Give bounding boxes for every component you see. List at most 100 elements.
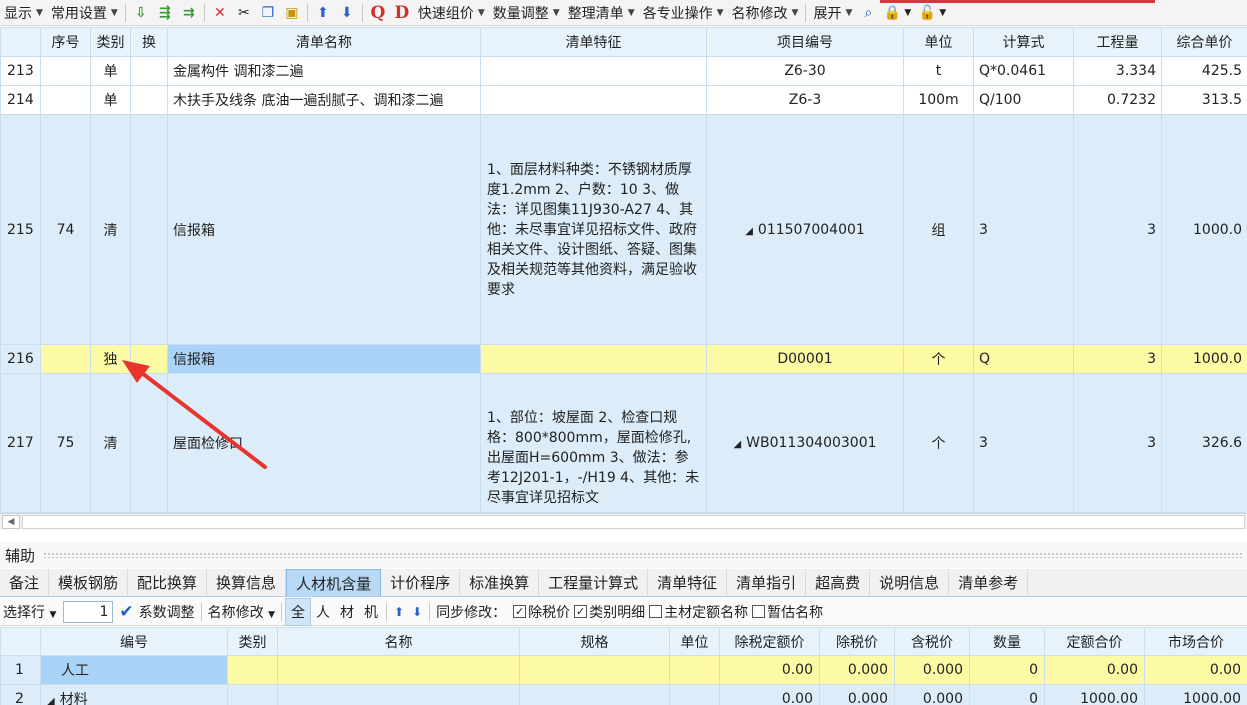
cell-unit[interactable]: 100m: [903, 85, 974, 115]
cell-sum[interactable]: 1000.00: [1044, 684, 1145, 705]
cell-feature[interactable]: [480, 344, 707, 374]
tab-conversion-info[interactable]: 换算信息: [207, 569, 287, 596]
tab-standard-conversion[interactable]: 标准换算: [460, 569, 540, 596]
cell-code[interactable]: Z6-3: [706, 85, 904, 115]
cell-price[interactable]: 0.000: [894, 684, 970, 705]
cell-qty[interactable]: 0: [969, 684, 1045, 705]
table-row[interactable]: 1 人工 0.00 0.000 0.000 0 0.00 0.00: [0, 655, 1247, 685]
unlock-icon[interactable]: 🔓: [916, 3, 938, 23]
expand-menu[interactable]: 展开 ▼: [809, 3, 856, 23]
row-number[interactable]: 2: [0, 684, 41, 705]
main-material-checkbox[interactable]: [649, 605, 663, 618]
quick-pricing-menu[interactable]: 快速组价 ▼: [414, 3, 489, 23]
copy-icon[interactable]: ❐: [257, 3, 279, 23]
col-header[interactable]: 定额合价: [1044, 627, 1145, 656]
rename-menu[interactable]: 名称修改 ▼: [728, 3, 803, 23]
cell-formula[interactable]: Q: [973, 344, 1074, 374]
coefficient-spinner[interactable]: 1: [63, 600, 114, 623]
cell-spec[interactable]: [519, 684, 670, 705]
estimate-name-checkbox[interactable]: [752, 605, 766, 618]
cell-unit[interactable]: 个: [903, 344, 974, 374]
cell-name[interactable]: 信报箱: [167, 114, 481, 345]
cell-feature[interactable]: 1、面层材料种类：不锈钢材质厚度1.2mm 2、户数：10 3、做法：详见图集1…: [480, 114, 707, 345]
insert-row-icon[interactable]: ⇩: [130, 3, 152, 23]
move-down-icon[interactable]: ⬇: [412, 605, 422, 619]
cell-unit[interactable]: 组: [903, 114, 974, 345]
tab-mix-conversion[interactable]: 配比换算: [128, 569, 208, 596]
category-detail-checkbox[interactable]: ✓: [574, 605, 588, 618]
cell-formula[interactable]: Q/100: [973, 85, 1074, 115]
table-row[interactable]: 217 75 清 屋面检修口 1、部位：坡屋面 2、检查口规格：800*800m…: [0, 373, 1247, 513]
cell-price[interactable]: 0.00: [719, 684, 820, 705]
scroll-thumb[interactable]: [22, 515, 1245, 529]
cell-seq[interactable]: 74: [40, 114, 91, 345]
cell-name[interactable]: [277, 655, 520, 685]
select-row-dropdown[interactable]: 选择行 ▼: [3, 602, 56, 622]
col-header[interactable]: 除税价: [819, 627, 895, 656]
cell-type[interactable]: [227, 684, 278, 705]
chevron-down-icon[interactable]: ▼: [904, 8, 911, 18]
scroll-left-icon[interactable]: ◀: [2, 515, 20, 529]
cell-name[interactable]: 屋面检修口: [167, 373, 481, 513]
cell-price[interactable]: 326.6: [1161, 373, 1247, 513]
binoculars-icon[interactable]: ⌕: [857, 3, 879, 23]
cell-seq[interactable]: [40, 85, 91, 115]
specialty-ops-menu[interactable]: 各专业操作 ▼: [639, 3, 728, 23]
cell-formula[interactable]: 3: [973, 373, 1074, 513]
col-header[interactable]: 计算式: [973, 27, 1074, 57]
table-row[interactable]: 215 74 清 信报箱 1、面层材料种类：不锈钢材质厚度1.2mm 2、户数：…: [0, 114, 1247, 345]
collapse-triangle-icon[interactable]: ◢: [745, 226, 753, 237]
cell-feature[interactable]: 1、部位：坡屋面 2、检查口规格：800*800mm，屋面检修孔,出屋面H=60…: [480, 373, 707, 513]
cell-feature[interactable]: [480, 85, 707, 115]
col-header[interactable]: 项目编号: [706, 27, 904, 57]
splitter-grip[interactable]: [43, 552, 1243, 558]
cell-code[interactable]: D00001: [706, 344, 904, 374]
cell-unit[interactable]: 个: [903, 373, 974, 513]
table-row[interactable]: 214 单 木扶手及线条 底油一遍刮腻子、调和漆二遍 Z6-3 100m Q/1…: [0, 85, 1247, 115]
cut-icon[interactable]: ✂: [233, 3, 255, 23]
filter-material[interactable]: 材: [335, 599, 359, 625]
col-header[interactable]: 综合单价: [1161, 27, 1247, 57]
tab-resource-content[interactable]: 人材机含量: [286, 569, 382, 596]
cell-type[interactable]: 单: [90, 85, 131, 115]
col-header[interactable]: 类别: [227, 627, 278, 656]
table-row-selected[interactable]: 216 独 信报箱 D00001 个 Q 3 1000.0: [0, 344, 1247, 374]
cell-unit[interactable]: t: [903, 56, 974, 86]
row-number[interactable]: 1: [0, 655, 41, 685]
col-header[interactable]: 单位: [903, 27, 974, 57]
add-sub-item-icon[interactable]: ⇉: [178, 3, 200, 23]
col-header[interactable]: 工程量: [1073, 27, 1162, 57]
cell-swap[interactable]: [130, 373, 168, 513]
cell-spec[interactable]: [519, 655, 670, 685]
col-header[interactable]: 市场合价: [1144, 627, 1247, 656]
move-down-icon[interactable]: ⬇: [336, 3, 358, 23]
tab-formwork-rebar[interactable]: 模板钢筋: [49, 569, 129, 596]
cell-sum[interactable]: 0.00: [1144, 655, 1247, 685]
delete-icon[interactable]: ✕: [209, 3, 231, 23]
collapse-triangle-icon[interactable]: ◢: [47, 696, 55, 705]
col-header[interactable]: 名称: [277, 627, 520, 656]
col-header[interactable]: 规格: [519, 627, 670, 656]
cell-qty[interactable]: 3.334: [1073, 56, 1162, 86]
horizontal-scrollbar[interactable]: ◀: [0, 513, 1247, 529]
cell-code[interactable]: ◢ 材料: [40, 684, 228, 705]
cell-price[interactable]: 1000.0: [1161, 344, 1247, 374]
table-row[interactable]: 213 单 金属构件 调和漆二遍 Z6-30 t Q*0.0461 3.334 …: [0, 56, 1247, 86]
row-number[interactable]: 217: [0, 373, 41, 513]
col-header[interactable]: 含税价: [894, 627, 970, 656]
cell-code[interactable]: ◢ 011507004001: [706, 114, 904, 345]
cell-type[interactable]: 清: [90, 114, 131, 345]
move-up-icon[interactable]: ⬆: [312, 3, 334, 23]
table-row[interactable]: 2 ◢ 材料 0.00 0.000 0.000 0 1000.00 1000.00: [0, 684, 1247, 705]
insert-child-icon[interactable]: ⇶: [154, 3, 176, 23]
d-icon[interactable]: D: [391, 3, 413, 23]
cell-type[interactable]: 单: [90, 56, 131, 86]
col-header[interactable]: 类别: [90, 27, 131, 57]
cell-code-focused[interactable]: 人工: [40, 655, 228, 685]
col-header[interactable]: 清单特征: [480, 27, 707, 57]
tab-pricing-procedure[interactable]: 计价程序: [381, 569, 461, 596]
q-icon[interactable]: Q: [367, 3, 389, 23]
tab-quantity-formula[interactable]: 工程量计算式: [539, 569, 649, 596]
cell-price[interactable]: 0.000: [819, 684, 895, 705]
lock-icon[interactable]: 🔒: [881, 3, 903, 23]
